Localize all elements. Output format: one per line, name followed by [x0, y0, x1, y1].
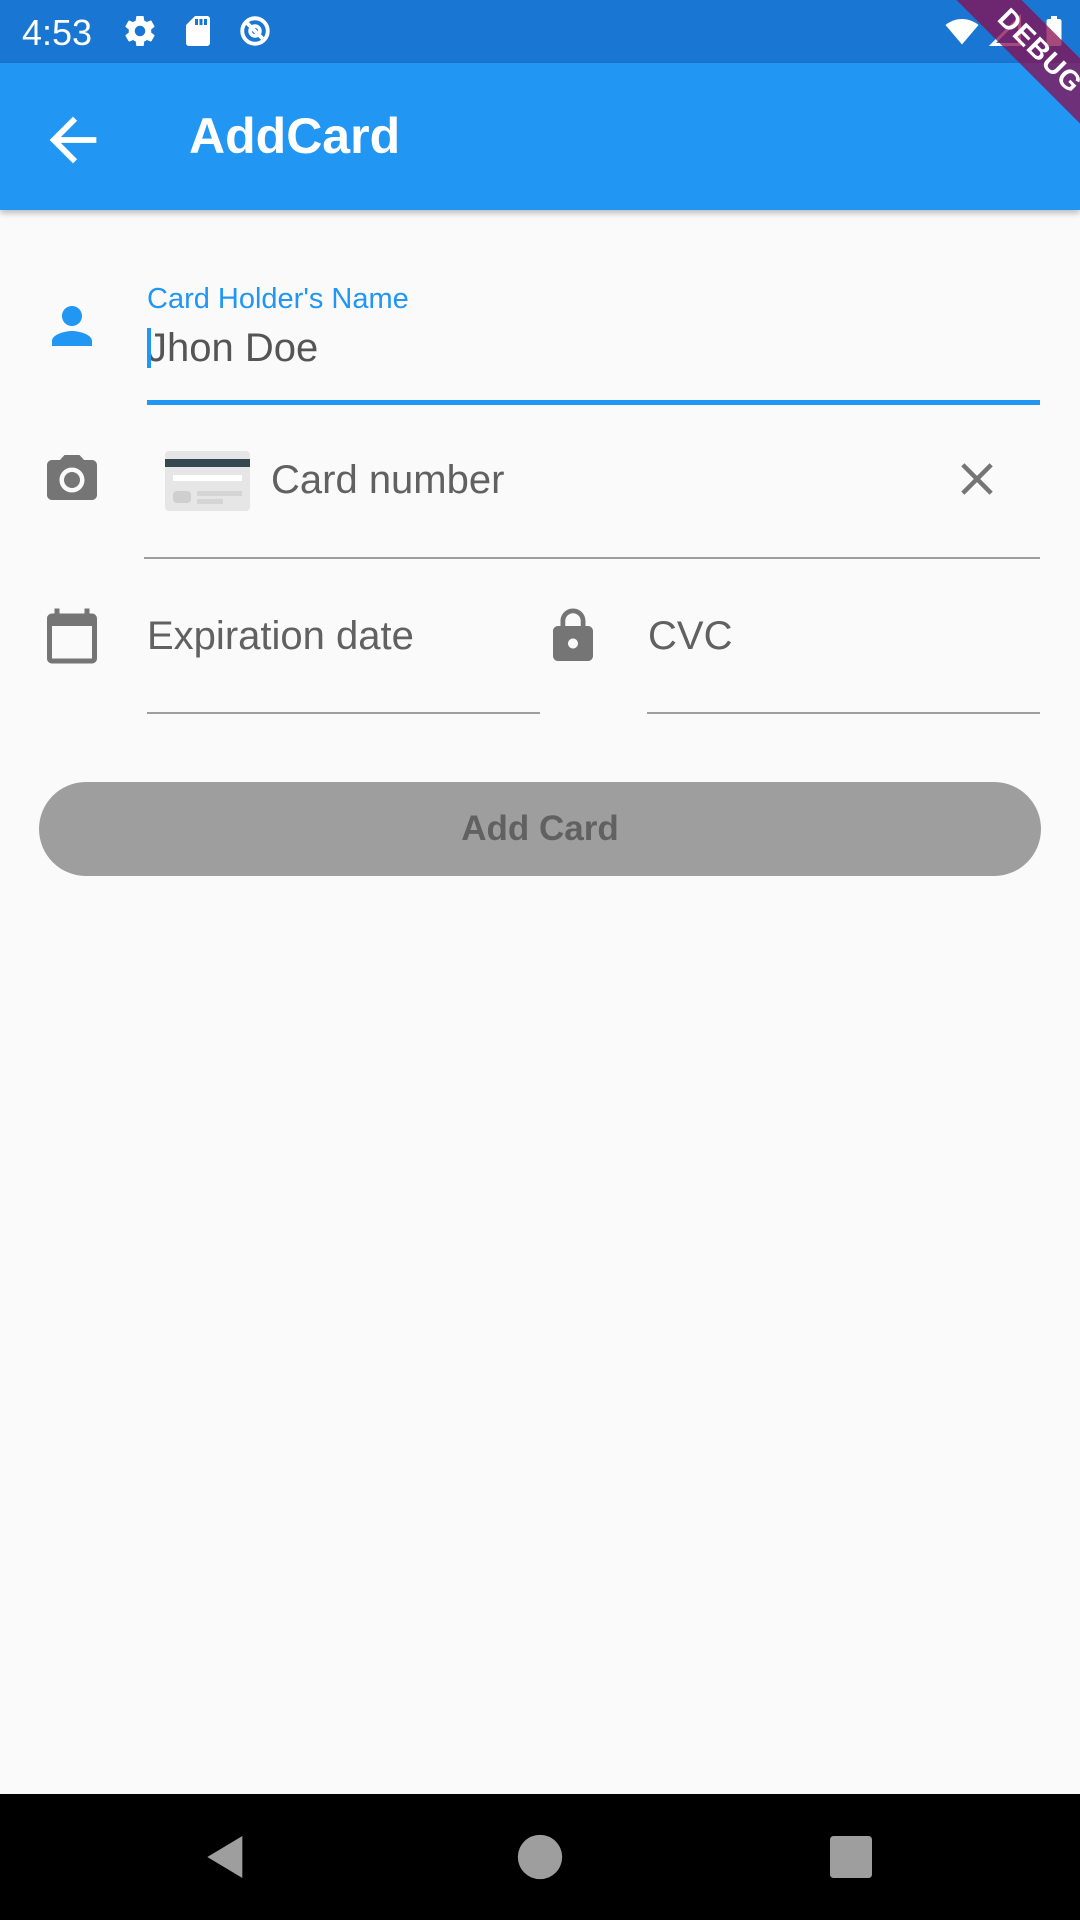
expiration-input[interactable]: Expiration date [147, 614, 414, 659]
camera-icon[interactable] [42, 450, 102, 510]
card-number-underline [144, 557, 1040, 559]
cvc-input[interactable]: CVC [648, 614, 732, 659]
card-holder-label: Card Holder's Name [147, 283, 409, 315]
sd-card-icon [186, 16, 210, 46]
data-saver-icon [240, 16, 270, 46]
calendar-icon [47, 608, 97, 664]
close-icon[interactable] [950, 452, 1004, 506]
arrow-back-icon[interactable] [38, 105, 108, 175]
status-bar: 4:53 [0, 0, 1080, 63]
page-title: AddCard [189, 108, 401, 164]
card-holder-input[interactable]: Jhon Doe [147, 326, 318, 371]
status-time: 4:53 [22, 12, 93, 53]
text-cursor [147, 328, 151, 368]
add-card-button[interactable]: Add Card [39, 782, 1041, 876]
person-icon [52, 306, 92, 346]
nav-recents-icon[interactable] [823, 1829, 879, 1885]
app-bar: AddCard [0, 63, 1080, 210]
card-number-input[interactable]: Card number [271, 458, 504, 503]
lock-icon [553, 608, 593, 661]
cvc-underline [647, 712, 1040, 714]
expiration-underline [147, 712, 540, 714]
settings-icon [125, 16, 155, 47]
credit-card-icon [165, 451, 250, 511]
card-holder-underline [147, 400, 1040, 405]
nav-home-icon[interactable] [512, 1829, 568, 1885]
nav-back-icon[interactable] [198, 1829, 254, 1885]
navigation-bar [0, 1794, 1080, 1920]
